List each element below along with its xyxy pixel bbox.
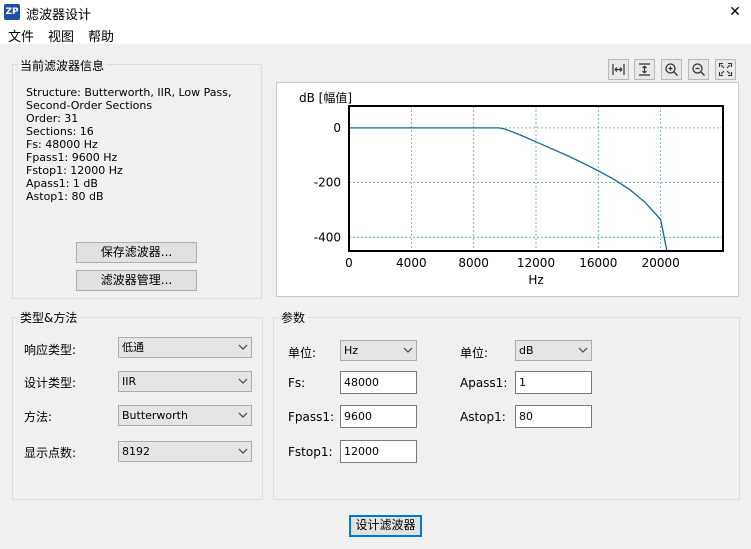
fstop-input[interactable]: 12000 — [340, 440, 417, 463]
zoom-in-icon — [665, 63, 678, 76]
apass-input[interactable]: 1 — [515, 371, 592, 394]
design-type-select[interactable]: IIR — [118, 371, 252, 392]
info-line: Fs: 48000 Hz — [26, 138, 98, 151]
freq-unit-label: 单位: — [288, 346, 317, 360]
zoom-in-button[interactable] — [661, 59, 682, 80]
y-tick-label: -200 — [314, 176, 341, 190]
fstop-label: Fstop1: — [288, 445, 333, 459]
info-line: Fpass1: 9600 Hz — [26, 151, 118, 164]
method-label: 方法: — [24, 410, 53, 424]
x-tick-label: 8000 — [458, 256, 489, 270]
y-axis-label: dB [幅值] — [299, 90, 352, 105]
info-line: Apass1: 1 dB — [26, 177, 98, 190]
astop-label: Astop1: — [460, 410, 506, 424]
design-type-label: 设计类型: — [24, 376, 77, 390]
astop-input[interactable]: 80 — [515, 405, 592, 428]
x-tick-label: 16000 — [579, 256, 617, 270]
close-button[interactable]: ✕ — [719, 0, 751, 24]
x-tick-label: 20000 — [642, 256, 680, 270]
mag-unit-label: 单位: — [460, 346, 489, 360]
freq-unit-value: Hz — [344, 344, 359, 357]
filter-info-title: 当前滤波器信息 — [18, 57, 107, 74]
freq-unit-select[interactable]: Hz — [340, 340, 417, 361]
mag-unit-value: dB — [519, 344, 534, 357]
menu-help[interactable]: 帮助 — [88, 26, 114, 45]
vertical-fit-icon — [639, 63, 650, 76]
menu-file[interactable]: 文件 — [8, 26, 34, 45]
magnitude-response-chart[interactable]: 0 4000 8000 12000 16000 20000 0 -200 -400 dB [幅值]… — [277, 83, 738, 296]
display-points-label: 显示点数: — [24, 446, 77, 460]
chevron-down-icon — [238, 378, 248, 384]
display-points-value: 8192 — [122, 445, 150, 458]
manage-filters-button[interactable]: 滤波器管理... — [76, 270, 197, 291]
parameters-title: 参数 — [279, 309, 308, 326]
fit-all-button[interactable] — [715, 59, 736, 80]
fit-all-icon — [718, 62, 733, 77]
method-value: Butterworth — [122, 409, 188, 422]
window-title: 滤波器设计 — [26, 8, 92, 23]
zoom-out-icon — [692, 63, 705, 76]
app-icon: ZP — [4, 4, 20, 20]
x-axis-label: Hz — [528, 273, 543, 287]
response-type-value: 低通 — [122, 341, 144, 354]
display-points-select[interactable]: 8192 — [118, 441, 252, 462]
save-filter-button[interactable]: 保存滤波器... — [76, 242, 197, 263]
x-tick-label: 4000 — [396, 256, 427, 270]
menu-bar: 文件 视图 帮助 — [0, 24, 751, 45]
info-line: Structure: Butterworth, IIR, Low Pass, — [26, 86, 232, 99]
fs-input[interactable]: 48000 — [340, 371, 417, 394]
design-filter-button[interactable]: 设计滤波器 — [349, 515, 422, 537]
horizontal-fit-button[interactable] — [608, 59, 629, 80]
info-line: Order: 31 — [26, 112, 79, 125]
mag-unit-select[interactable]: dB — [515, 340, 592, 361]
y-tick-label: 0 — [333, 121, 341, 135]
info-line: Fstop1: 12000 Hz — [26, 164, 123, 177]
zoom-out-button[interactable] — [688, 59, 709, 80]
x-tick-label: 12000 — [517, 256, 555, 270]
info-line: Second-Order Sections — [26, 99, 153, 112]
title-bar: ZP 滤波器设计 ✕ — [0, 0, 751, 24]
response-type-label: 响应类型: — [24, 343, 77, 357]
chevron-down-icon — [238, 344, 248, 350]
chevron-down-icon — [403, 347, 413, 353]
info-line: Sections: 16 — [26, 125, 94, 138]
fs-label: Fs: — [288, 376, 306, 390]
menu-view[interactable]: 视图 — [48, 26, 74, 45]
method-select[interactable]: Butterworth — [118, 405, 252, 426]
y-tick-label: -400 — [314, 230, 341, 244]
x-tick-label: 0 — [345, 256, 353, 270]
chevron-down-icon — [238, 448, 248, 454]
chevron-down-icon — [578, 347, 588, 353]
response-type-select[interactable]: 低通 — [118, 337, 252, 358]
fpass-input[interactable]: 9600 — [340, 405, 417, 428]
chart-panel: 0 4000 8000 12000 16000 20000 0 -200 -400 dB [幅值]… — [276, 82, 739, 297]
apass-label: Apass1: — [460, 376, 508, 390]
horizontal-fit-icon — [612, 64, 625, 75]
chevron-down-icon — [238, 412, 248, 418]
info-line: Astop1: 80 dB — [26, 190, 104, 203]
design-type-value: IIR — [122, 375, 137, 388]
fpass-label: Fpass1: — [288, 410, 335, 424]
type-method-title: 类型&方法 — [18, 309, 80, 326]
vertical-fit-button[interactable] — [634, 59, 655, 80]
